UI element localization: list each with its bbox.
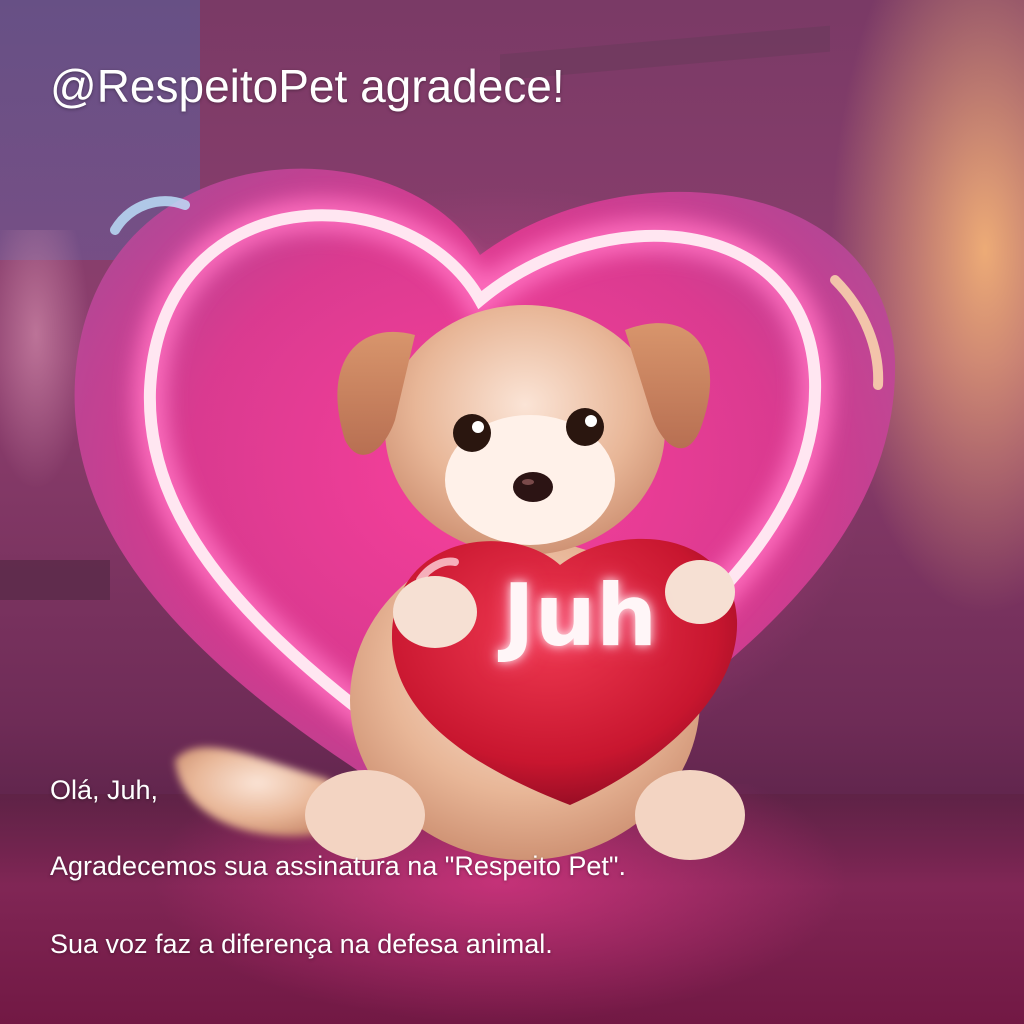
thank-you-card: Juh @RespeitoPet agradece! Olá, Juh, Agr… [0,0,1024,1024]
impact-text: Sua voz faz a diferença na defesa animal… [50,929,553,959]
heart-name-label: Juh [502,566,658,666]
greeting-text: Olá, Juh, [50,775,159,805]
thanks-text: Agradecemos sua assinatura na "Respeito … [50,851,626,881]
page-title: @RespeitoPet agradece! [50,60,565,112]
